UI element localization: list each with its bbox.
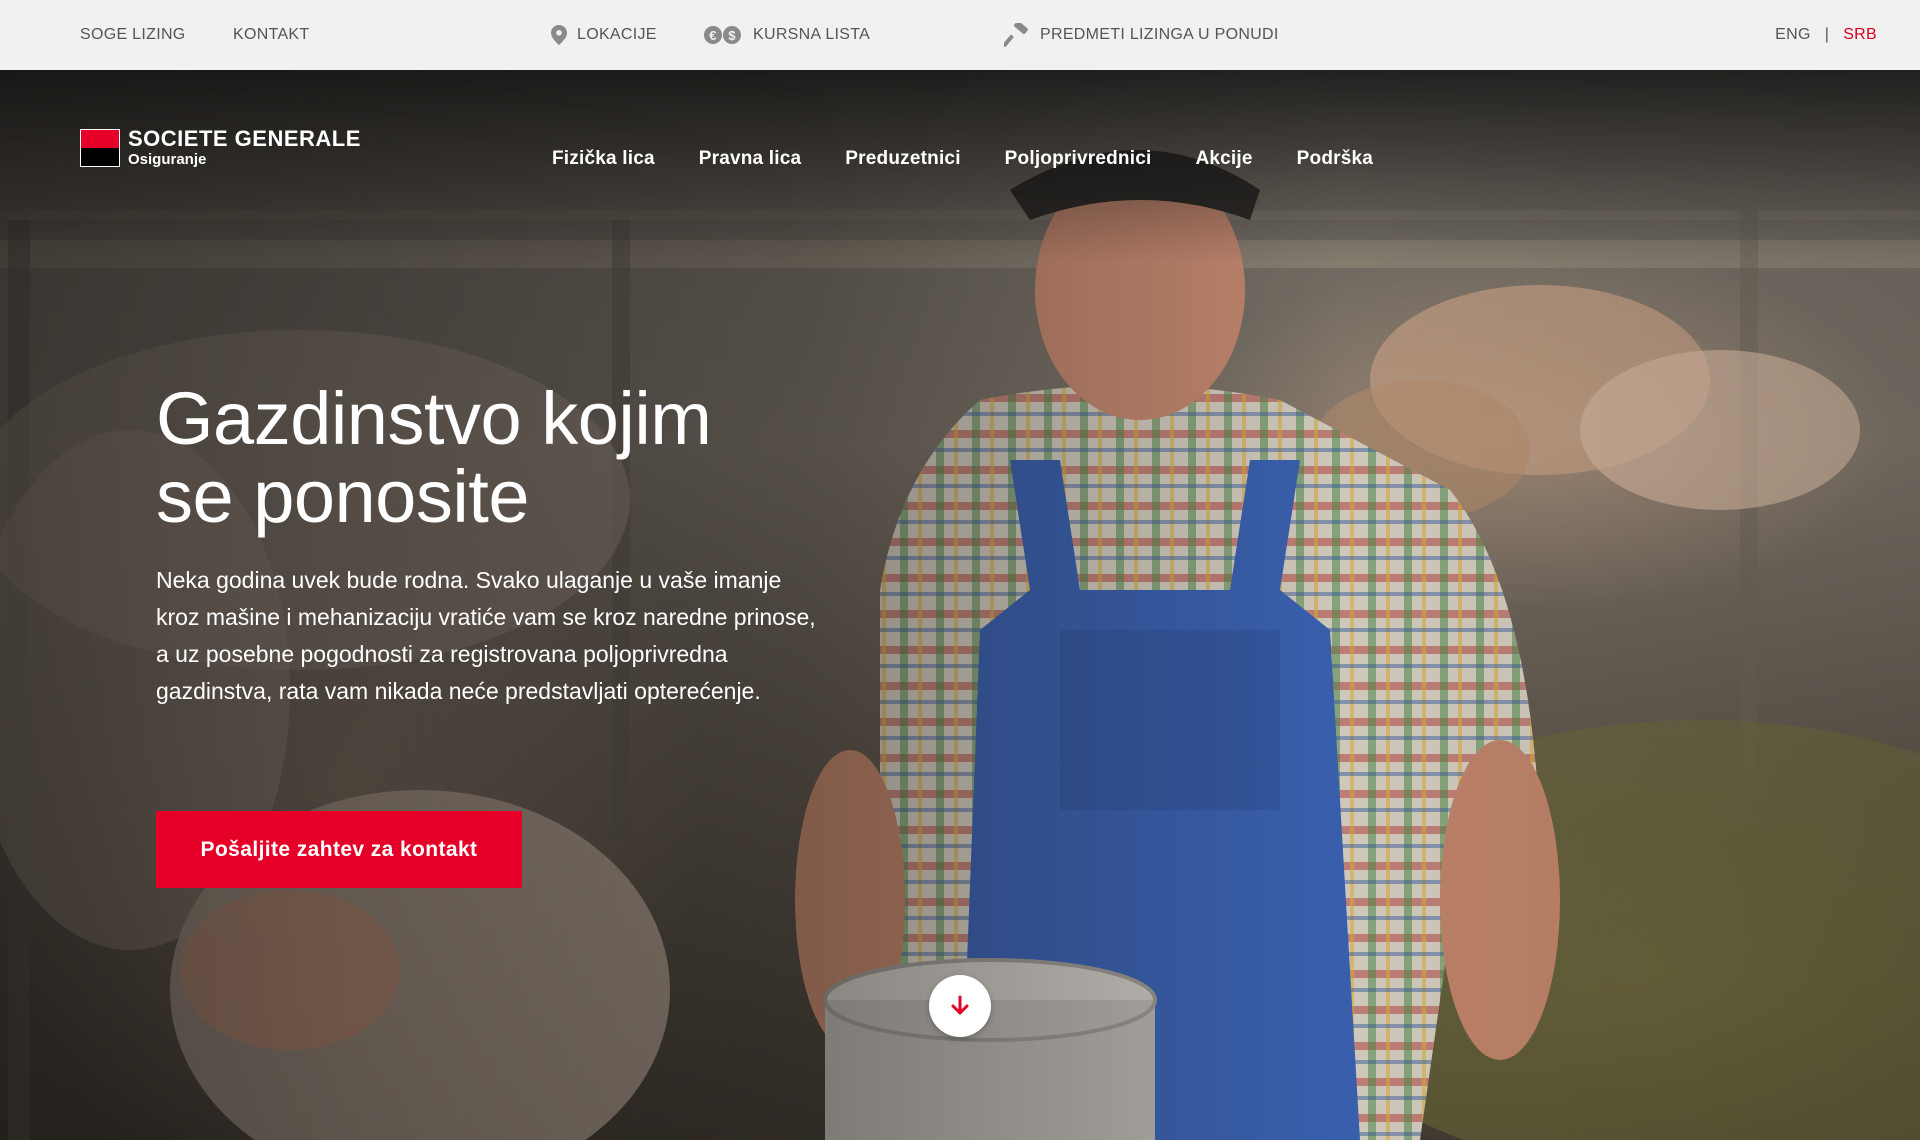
language-switcher: ENG | SRB: [1775, 26, 1877, 44]
leasing-items-label: PREDMETI LIZINGA U PONUDI: [1040, 26, 1279, 43]
nav-poljoprivrednici[interactable]: Poljoprivrednici: [1005, 148, 1152, 170]
currency-icon: € $: [704, 26, 741, 44]
lang-eng[interactable]: ENG: [1775, 26, 1811, 44]
logo-text: SOCIETE GENERALE Osiguranje: [128, 126, 361, 168]
hero-title-line2: se ponosite: [156, 455, 530, 538]
nav-akcije[interactable]: Akcije: [1195, 148, 1252, 170]
arrow-down-icon: [951, 995, 969, 1015]
kontakt-link[interactable]: KONTAKT: [233, 26, 309, 44]
hero-section: SOCIETE GENERALE Osiguranje Fizička lica…: [0, 70, 1920, 1140]
hero-title: Gazdinstvo kojim se ponosite: [156, 380, 856, 536]
main-navigation: Fizička lica Pravna lica Preduzetnici Po…: [552, 148, 1373, 170]
logo-line1: SOCIETE GENERALE: [128, 126, 361, 151]
societe-generale-logo-icon: [80, 128, 120, 167]
locations-link[interactable]: LOKACIJE: [551, 25, 657, 45]
nav-preduzetnici[interactable]: Preduzetnici: [845, 148, 960, 170]
nav-fizicka-lica[interactable]: Fizička lica: [552, 148, 655, 170]
svg-text:$: $: [728, 28, 736, 43]
soge-lizing-link[interactable]: SOGE LIZING: [80, 26, 186, 44]
scroll-down-button[interactable]: [929, 975, 991, 1037]
hero-title-line1: Gazdinstvo kojim: [156, 377, 712, 460]
exchange-rates-link[interactable]: € $ KURSNA LISTA: [703, 25, 870, 45]
map-pin-icon: [551, 25, 567, 45]
locations-label: LOKACIJE: [577, 26, 657, 43]
lang-srb[interactable]: SRB: [1843, 26, 1877, 44]
logo-line2: Osiguranje: [128, 151, 207, 168]
utility-bar: SOGE LIZING KONTAKT LOKACIJE € $ KURSNA …: [0, 0, 1920, 70]
hammer-icon: [1004, 23, 1028, 47]
exchange-rates-label: KURSNA LISTA: [753, 26, 871, 43]
leasing-items-link[interactable]: PREDMETI LIZINGA U PONUDI: [1004, 23, 1279, 47]
svg-text:€: €: [709, 28, 717, 43]
nav-podrska[interactable]: Podrška: [1297, 148, 1373, 170]
contact-request-button[interactable]: Pošaljite zahtev za kontakt: [156, 811, 522, 888]
nav-pravna-lica[interactable]: Pravna lica: [699, 148, 802, 170]
lang-separator: |: [1824, 26, 1830, 43]
brand-logo[interactable]: SOCIETE GENERALE Osiguranje: [80, 128, 361, 167]
hero-description: Neka godina uvek bude rodna. Svako ulaga…: [156, 567, 816, 704]
